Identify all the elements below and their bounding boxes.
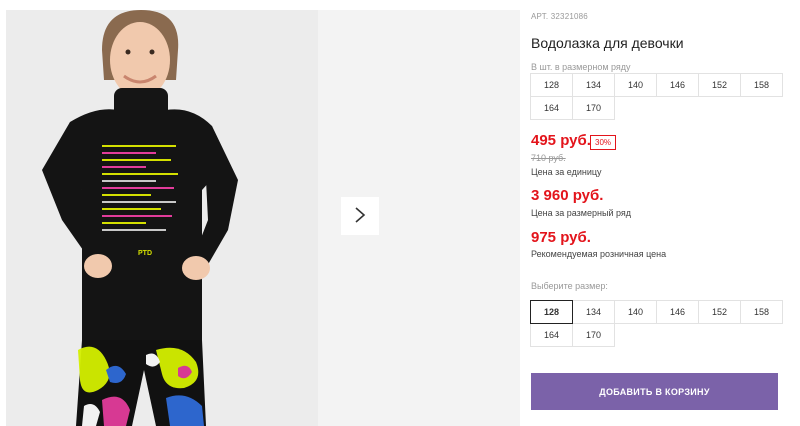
size-option[interactable]: 140 <box>614 300 657 324</box>
unit-price-label: Цена за единицу <box>531 167 602 177</box>
size-range-cell: 134 <box>572 73 615 97</box>
range-price-label: Цена за размерный ряд <box>531 208 632 218</box>
range-price: 3 960 руб. <box>531 187 604 204</box>
retail-price-label: Рекомендуемая розничная цена <box>531 249 667 259</box>
retail-price: 975 руб. <box>531 229 591 246</box>
size-range-caption: В шт. в размерном ряду <box>531 62 631 72</box>
size-range-cell: 146 <box>656 73 699 97</box>
size-range-cell: 128 <box>530 73 573 97</box>
size-option-selected[interactable]: 128 <box>530 300 573 324</box>
size-option[interactable]: 170 <box>572 323 615 347</box>
size-option[interactable]: 158 <box>740 300 783 324</box>
size-selector: 128 134 140 146 152 158 164 170 <box>530 300 783 347</box>
size-range-grid: 128 134 140 146 152 158 164 170 <box>530 73 783 120</box>
size-option[interactable]: 152 <box>698 300 741 324</box>
old-price: 710 руб. <box>531 153 566 163</box>
choose-size-caption: Выберите размер: <box>531 281 608 291</box>
print-logo: PTD <box>138 250 152 257</box>
size-option[interactable]: 134 <box>572 300 615 324</box>
product-gallery: PTD <box>0 0 520 426</box>
size-range-cell: 152 <box>698 73 741 97</box>
product-sku: АРТ. 32321086 <box>531 12 588 21</box>
size-range-cell: 164 <box>530 96 573 120</box>
size-range-cell: 140 <box>614 73 657 97</box>
size-range-cell: 170 <box>572 96 615 120</box>
product-photo: PTD <box>6 10 318 426</box>
current-price: 495 руб. <box>531 132 591 149</box>
size-range-cell: 158 <box>740 73 783 97</box>
size-option[interactable]: 146 <box>656 300 699 324</box>
product-title: Водолазка для девочки <box>531 35 684 51</box>
gallery-next-button[interactable] <box>341 197 379 235</box>
discount-badge: 30% <box>590 135 617 150</box>
chevron-right-icon <box>354 206 366 227</box>
size-option[interactable]: 164 <box>530 323 573 347</box>
add-to-cart-button[interactable]: ДОБАВИТЬ В КОРЗИНУ <box>531 373 778 410</box>
